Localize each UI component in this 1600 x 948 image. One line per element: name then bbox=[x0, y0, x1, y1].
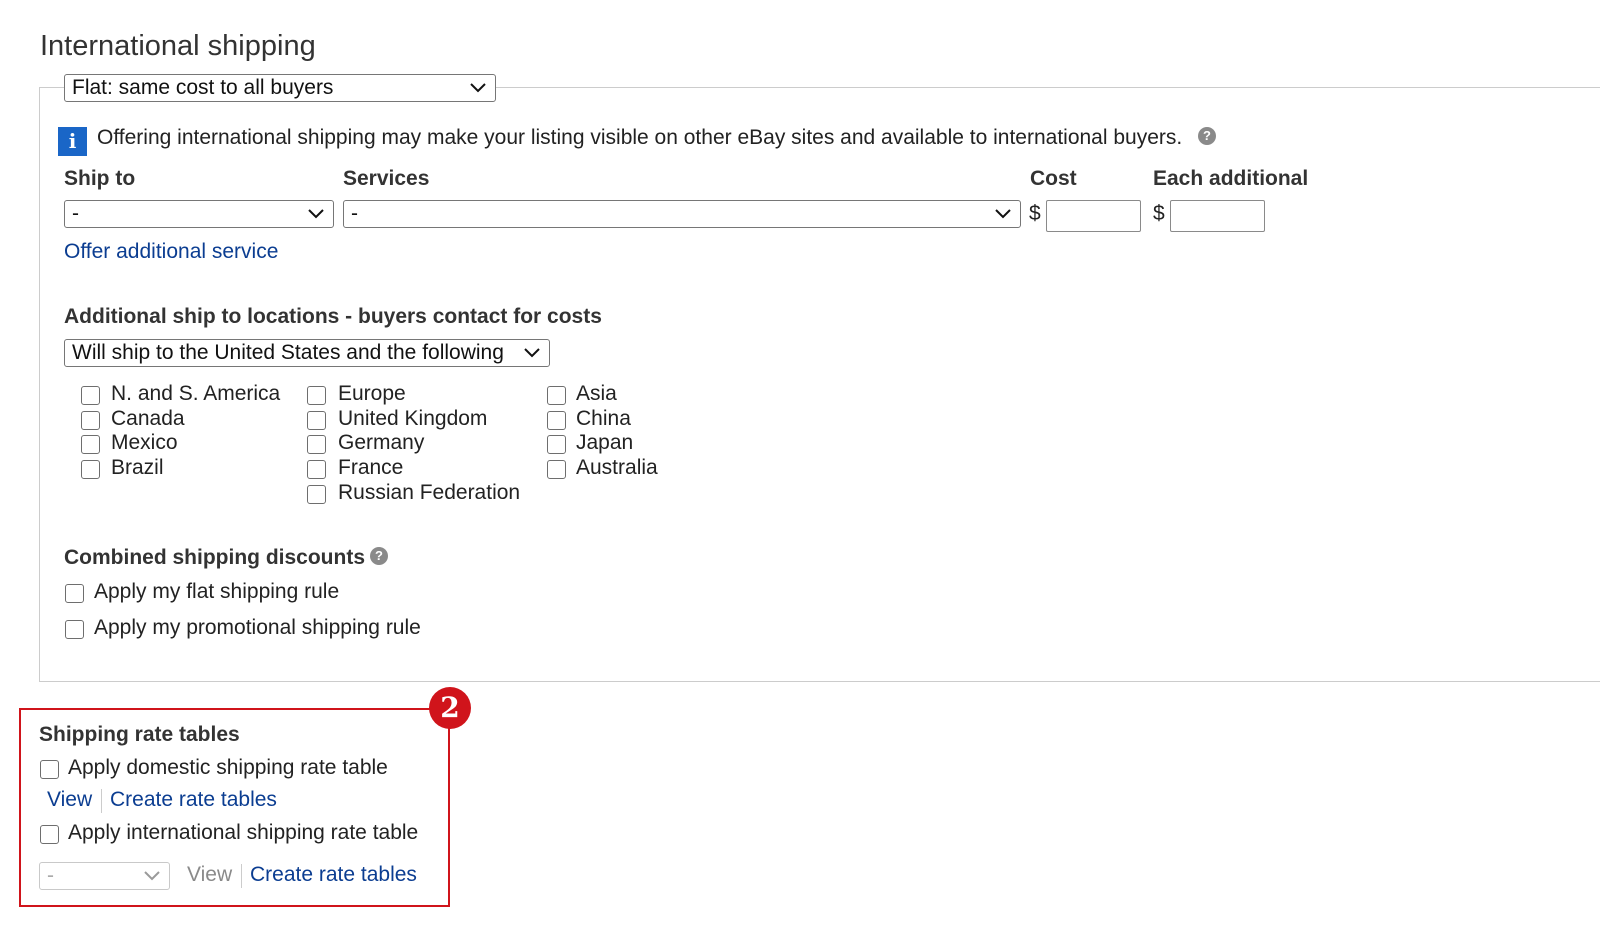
chevron-down-icon bbox=[144, 871, 160, 881]
each-additional-currency: $ bbox=[1153, 202, 1165, 225]
location-label: Germany bbox=[338, 431, 425, 454]
international-view-link[interactable]: View bbox=[187, 863, 232, 887]
location-checkbox[interactable] bbox=[307, 411, 326, 430]
domestic-rate-table-checkbox[interactable] bbox=[40, 760, 59, 779]
each-additional-input[interactable] bbox=[1170, 200, 1265, 232]
services-header: Services bbox=[343, 167, 430, 190]
additional-locations-value: Will ship to the United States and the f… bbox=[72, 341, 504, 364]
location-checkbox[interactable] bbox=[81, 386, 100, 405]
shipping-type-value: Flat: same cost to all buyers bbox=[72, 76, 334, 99]
section-title: International shipping bbox=[40, 30, 316, 62]
international-create-rate-tables-link[interactable]: Create rate tables bbox=[250, 863, 417, 887]
location-checkbox[interactable] bbox=[547, 411, 566, 430]
link-divider bbox=[241, 864, 242, 888]
international-rate-table-checkbox[interactable] bbox=[40, 825, 59, 844]
chevron-down-icon bbox=[524, 348, 540, 358]
location-label: Mexico bbox=[111, 431, 178, 454]
rate-tables-title: Shipping rate tables bbox=[39, 723, 240, 746]
location-label: Japan bbox=[576, 431, 634, 454]
location-checkbox[interactable] bbox=[81, 435, 100, 454]
location-checkbox[interactable] bbox=[81, 460, 100, 479]
international-rate-table-label: Apply international shipping rate table bbox=[68, 821, 419, 844]
location-label: Europe bbox=[338, 382, 406, 405]
promotional-shipping-rule-checkbox[interactable] bbox=[65, 620, 84, 639]
location-checkbox[interactable] bbox=[547, 435, 566, 454]
chevron-down-icon bbox=[995, 209, 1011, 219]
shipping-type-select[interactable]: Flat: same cost to all buyers bbox=[64, 74, 496, 102]
ship-to-value: - bbox=[72, 202, 79, 225]
domestic-create-rate-tables-link[interactable]: Create rate tables bbox=[110, 788, 277, 812]
location-label: N. and S. America bbox=[111, 382, 281, 405]
international-rate-table-select[interactable]: - bbox=[39, 862, 170, 890]
services-value: - bbox=[351, 202, 358, 225]
ship-to-header: Ship to bbox=[64, 167, 136, 190]
cost-input[interactable] bbox=[1046, 200, 1141, 232]
location-checkbox[interactable] bbox=[307, 435, 326, 454]
ship-to-select[interactable]: - bbox=[64, 200, 334, 228]
location-checkbox[interactable] bbox=[81, 411, 100, 430]
services-select[interactable]: - bbox=[343, 200, 1021, 228]
location-checkbox[interactable] bbox=[547, 460, 566, 479]
location-label: Canada bbox=[111, 407, 185, 430]
cost-header: Cost bbox=[1030, 167, 1077, 190]
location-label: Brazil bbox=[111, 456, 164, 479]
location-label: Australia bbox=[576, 456, 658, 479]
flat-shipping-rule-label: Apply my flat shipping rule bbox=[94, 580, 340, 603]
additional-locations-title: Additional ship to locations - buyers co… bbox=[64, 305, 602, 328]
domestic-rate-table-label: Apply domestic shipping rate table bbox=[68, 756, 388, 779]
step-badge: 2 bbox=[429, 687, 471, 729]
chevron-down-icon bbox=[470, 83, 486, 93]
location-label: France bbox=[338, 456, 404, 479]
promotional-shipping-rule-label: Apply my promotional shipping rule bbox=[94, 616, 421, 639]
international-rate-table-value: - bbox=[47, 864, 54, 887]
cost-currency: $ bbox=[1029, 202, 1041, 225]
each-additional-header: Each additional bbox=[1153, 167, 1309, 190]
help-icon[interactable]: ? bbox=[370, 547, 388, 565]
additional-locations-select[interactable]: Will ship to the United States and the f… bbox=[64, 339, 550, 367]
help-icon[interactable]: ? bbox=[1198, 127, 1216, 145]
location-checkbox[interactable] bbox=[307, 386, 326, 405]
link-divider bbox=[101, 789, 102, 813]
flat-shipping-rule-checkbox[interactable] bbox=[65, 584, 84, 603]
location-label: China bbox=[576, 407, 631, 430]
domestic-view-link[interactable]: View bbox=[47, 788, 92, 812]
combined-discounts-title: Combined shipping discounts bbox=[64, 546, 365, 569]
international-info-text: Offering international shipping may make… bbox=[97, 126, 1183, 149]
chevron-down-icon bbox=[308, 209, 324, 219]
location-label: Russian Federation bbox=[338, 481, 521, 504]
location-label: United Kingdom bbox=[338, 407, 488, 430]
info-icon: i bbox=[58, 127, 87, 156]
location-checkbox[interactable] bbox=[547, 386, 566, 405]
location-checkbox[interactable] bbox=[307, 485, 326, 504]
location-checkbox[interactable] bbox=[307, 460, 326, 479]
location-label: Asia bbox=[576, 382, 617, 405]
offer-additional-service-link[interactable]: Offer additional service bbox=[64, 240, 278, 264]
